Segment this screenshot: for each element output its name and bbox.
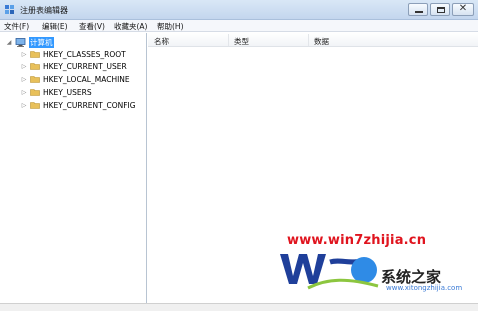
tree-item-hkey-users[interactable]: ▷ HKEY_USERS: [20, 86, 92, 98]
computer-icon: [15, 37, 26, 47]
close-icon: ✕: [458, 3, 468, 14]
tree-label: HKEY_USERS: [43, 87, 92, 97]
tree-item-hkey-classes-root[interactable]: ▷ HKEY_CLASSES_ROOT: [20, 48, 126, 60]
maximize-icon: [437, 7, 445, 13]
window-title: 注册表编辑器: [20, 6, 68, 15]
folder-icon: [30, 89, 40, 96]
collapse-icon[interactable]: ◢: [5, 39, 13, 46]
expand-icon[interactable]: ▷: [20, 102, 28, 109]
menu-bar: 文件(F) 编辑(E) 查看(V) 收藏夹(A) 帮助(H): [0, 20, 478, 32]
maximize-button[interactable]: [430, 3, 450, 16]
registry-editor-icon: [5, 5, 14, 14]
close-button[interactable]: ✕: [452, 3, 474, 16]
expand-icon[interactable]: ▷: [20, 76, 28, 83]
expand-icon[interactable]: ▷: [20, 51, 28, 58]
window-controls: ✕: [408, 3, 474, 16]
folder-icon: [30, 76, 40, 83]
list-header: 名称 类型 数据: [148, 33, 478, 47]
menu-view[interactable]: 查看(V): [79, 21, 105, 32]
tree-item-hkey-local-machine[interactable]: ▷ HKEY_LOCAL_MACHINE: [20, 73, 130, 85]
folder-icon: [30, 102, 40, 109]
tree-label-computer: 计算机: [29, 36, 54, 48]
folder-icon: [30, 63, 40, 70]
menu-edit[interactable]: 编辑(E): [42, 21, 68, 32]
expand-icon[interactable]: ▷: [20, 89, 28, 96]
title-bar[interactable]: 注册表编辑器 ✕: [0, 0, 478, 20]
watermark-site: www.xitongzhijia.com: [386, 284, 463, 292]
tree-label: HKEY_LOCAL_MACHINE: [43, 74, 130, 84]
tree-item-computer[interactable]: ◢ 计算机: [5, 36, 54, 48]
win7-logo-watermark: [280, 254, 379, 290]
column-header-type[interactable]: 类型: [234, 36, 249, 47]
tree-item-hkey-current-user[interactable]: ▷ HKEY_CURRENT_USER: [20, 60, 127, 72]
tree-label: HKEY_CURRENT_CONFIG: [43, 100, 136, 110]
folder-icon: [30, 51, 40, 58]
column-header-name[interactable]: 名称: [154, 36, 169, 47]
expand-icon[interactable]: ▷: [20, 63, 28, 70]
tree-label: HKEY_CLASSES_ROOT: [43, 49, 126, 59]
status-bar: [0, 303, 478, 311]
column-header-data[interactable]: 数据: [314, 36, 329, 47]
tree-item-hkey-current-config[interactable]: ▷ HKEY_CURRENT_CONFIG: [20, 99, 136, 111]
menu-help[interactable]: 帮助(H): [157, 21, 184, 32]
minimize-icon: [415, 11, 423, 13]
column-divider[interactable]: [308, 34, 309, 46]
column-divider[interactable]: [228, 34, 229, 46]
minimize-button[interactable]: [408, 3, 428, 16]
menu-file[interactable]: 文件(F): [4, 21, 29, 32]
tree-label: HKEY_CURRENT_USER: [43, 61, 127, 71]
watermark-url: www.win7zhijia.cn: [287, 233, 427, 248]
menu-favorites[interactable]: 收藏夹(A): [114, 21, 147, 32]
key-tree[interactable]: ◢ 计算机 ▷ HKEY_CLASSES_ROOT ▷ HKEY_CURRENT…: [0, 33, 147, 303]
